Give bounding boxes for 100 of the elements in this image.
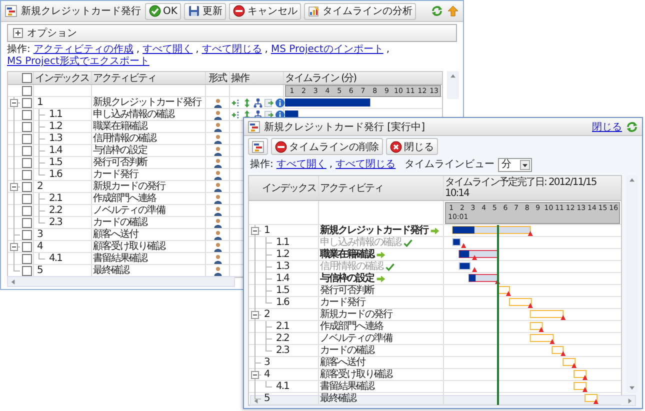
scrollbar[interactable]	[7, 276, 235, 287]
activity-name: 新規クレジットカード発行	[320, 225, 428, 236]
options-toggle[interactable]: オプション	[12, 26, 77, 40]
checkbox[interactable]	[22, 206, 32, 216]
person-icon	[212, 194, 222, 204]
row-index: 1.2	[48, 121, 62, 132]
row-index: 5	[263, 393, 270, 404]
separator: ,	[264, 44, 268, 56]
checkbox[interactable]	[22, 194, 32, 204]
checkbox[interactable]	[22, 86, 32, 96]
checkbox[interactable]	[22, 170, 32, 180]
deadline-marker	[472, 267, 478, 272]
checkbox[interactable]	[22, 254, 32, 264]
activity-name: 最終確認	[320, 393, 356, 404]
row-index: 4.1	[275, 381, 289, 392]
row-index: 3	[263, 357, 270, 368]
checkbox[interactable]	[22, 158, 32, 168]
column-header: インデックス	[35, 72, 89, 84]
deadline-marker	[593, 399, 598, 404]
column-header: タイムライン予定完了日: 2012/11/15 10:14	[445, 177, 598, 199]
add-icon[interactable]	[231, 98, 241, 108]
upload-arrow-icon[interactable]	[447, 5, 459, 17]
checkbox[interactable]	[22, 73, 32, 83]
refresh-icon[interactable]	[431, 5, 443, 17]
person-icon	[212, 266, 222, 276]
analyze-timeline-button[interactable]: タイムラインの分析	[304, 2, 416, 20]
row-index: 1.3	[48, 133, 62, 144]
person-icon	[212, 170, 222, 180]
up-down-arrow-icon[interactable]	[242, 98, 252, 108]
right-arrow-icon	[376, 274, 386, 284]
close-button[interactable]: 閉じる	[386, 138, 438, 155]
action-link[interactable]: すべて開く	[276, 159, 326, 171]
checkbox[interactable]	[22, 182, 32, 192]
scrollbar[interactable]	[447, 71, 459, 99]
row-index: 4	[36, 241, 42, 252]
person-icon	[212, 230, 222, 240]
scrollbar[interactable]	[626, 175, 638, 393]
person-icon	[212, 158, 222, 168]
row-index: 2.3	[48, 217, 62, 228]
collapse-icon[interactable]	[10, 242, 18, 250]
deadline-marker	[538, 327, 544, 332]
activity-name: 職業在籍確認	[320, 249, 374, 260]
deadline-marker	[550, 339, 555, 344]
refresh-icon[interactable]	[626, 120, 638, 132]
column-header: タイムライン (分)	[285, 72, 356, 84]
update-button[interactable]: 更新	[184, 2, 226, 20]
collapse-icon[interactable]	[251, 310, 259, 318]
action-link[interactable]: アクティビティの作成	[33, 44, 134, 56]
separator: ,	[329, 159, 333, 171]
checkbox[interactable]	[22, 242, 32, 252]
row-index: 3	[36, 229, 42, 240]
activity-name: カードの確認	[320, 345, 374, 356]
next-page-icon[interactable]	[264, 98, 274, 108]
person-icon	[212, 182, 222, 192]
checkbox[interactable]	[22, 134, 32, 144]
action-link[interactable]: すべて閉じる	[336, 159, 396, 171]
close-icon	[390, 140, 402, 152]
checkbox[interactable]	[22, 218, 32, 228]
row-index: 2.2	[48, 205, 62, 216]
checkbox[interactable]	[22, 122, 32, 132]
activity-name: 発行可否判断	[320, 285, 374, 296]
layout-button[interactable]	[248, 138, 268, 155]
action-link[interactable]: MS Project形式でエクスポート	[7, 56, 150, 68]
collapse-icon[interactable]	[251, 370, 259, 378]
deadline-marker	[528, 231, 533, 236]
ok-button[interactable]: OK	[145, 2, 182, 20]
action-link[interactable]: MS Projectのインポート	[270, 44, 384, 56]
checkbox[interactable]	[22, 146, 32, 156]
activity-name: 信用情報の確認	[93, 133, 156, 144]
hierarchy-icon[interactable]	[253, 98, 263, 108]
collapse-icon[interactable]	[10, 182, 18, 190]
action-link[interactable]: すべて開く	[142, 44, 193, 56]
timeline-view-select[interactable]: 分	[498, 158, 532, 172]
checkbox[interactable]	[22, 266, 32, 276]
deadline-marker	[461, 243, 466, 248]
person-icon	[212, 134, 222, 144]
delete-timeline-button[interactable]: タイムラインの削除	[271, 138, 383, 155]
check-icon	[385, 262, 395, 272]
person-icon	[212, 98, 222, 108]
action-link[interactable]: すべて閉じる	[202, 44, 262, 56]
person-icon	[212, 110, 222, 120]
column-header: 操作	[231, 72, 249, 84]
checkbox[interactable]	[22, 230, 32, 240]
chart-icon	[308, 5, 320, 17]
close-link[interactable]: 閉じる	[592, 120, 622, 134]
checkbox[interactable]	[22, 110, 32, 120]
row-index: 1.1	[48, 109, 62, 120]
cancel-button[interactable]: キャンセル	[229, 2, 302, 20]
no-entry-icon	[275, 140, 287, 152]
add-icon[interactable]	[231, 110, 241, 120]
deadline-marker	[582, 375, 588, 380]
row-index: 2.1	[48, 193, 62, 204]
activity-name: 顧客へ送付	[320, 357, 365, 368]
row-index: 4	[263, 369, 270, 380]
checkbox[interactable]	[22, 98, 32, 108]
collapse-icon[interactable]	[251, 226, 259, 234]
row-index: 2.1	[275, 321, 289, 332]
row-index: 1.3	[275, 261, 289, 272]
info-icon[interactable]	[275, 98, 285, 108]
collapse-icon[interactable]	[10, 98, 18, 106]
